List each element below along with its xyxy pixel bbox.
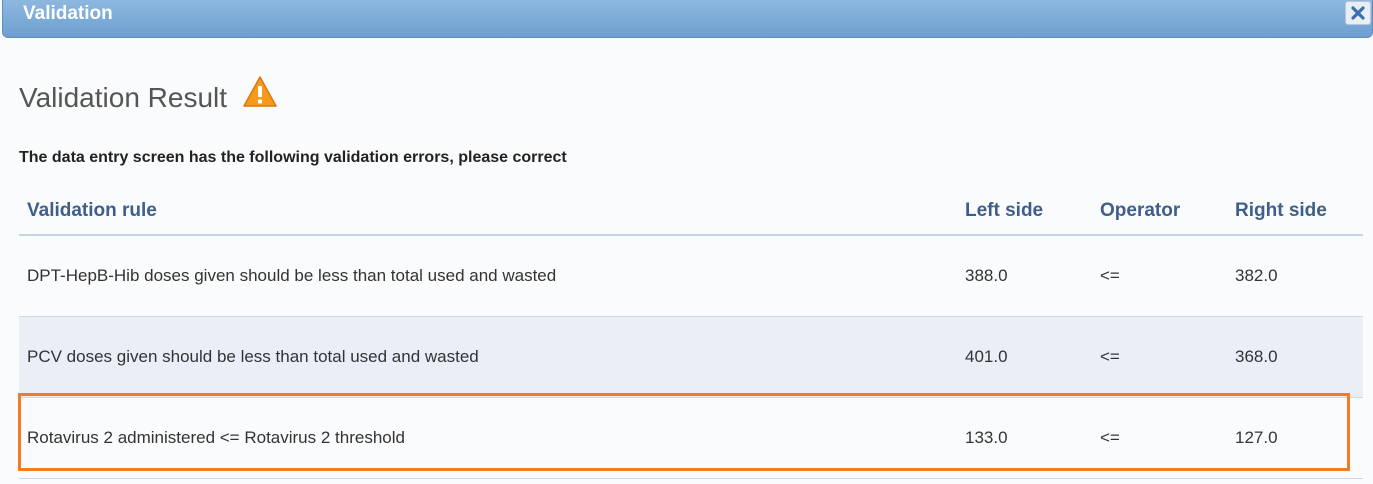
close-icon <box>1351 6 1365 20</box>
rule-cell: Rotavirus 2 administered <= Rotavirus 2 … <box>19 397 957 479</box>
operator-cell: <= <box>1092 397 1227 479</box>
right-side-cell: 127.0 <box>1227 397 1363 479</box>
rule-cell: PCV doses given should be less than tota… <box>19 316 957 398</box>
column-header-left-side: Left side <box>957 188 1092 236</box>
right-side-cell: 368.0 <box>1227 316 1363 398</box>
table-header-row: Validation rule Left side Operator Right… <box>19 188 1363 236</box>
left-side-cell: 133.0 <box>957 397 1092 479</box>
left-side-cell: 401.0 <box>957 316 1092 398</box>
table-row: DPT-HepB-Hib doses given should be less … <box>19 235 1363 317</box>
table-row: Rotavirus 2 administered <= Rotavirus 2 … <box>19 397 1363 479</box>
page-title: Validation Result <box>19 82 228 113</box>
error-instructions: The data entry screen has the following … <box>19 149 567 166</box>
close-button[interactable] <box>1345 1 1371 25</box>
table-row: PCV doses given should be less than tota… <box>19 316 1363 398</box>
right-side-cell: 382.0 <box>1227 235 1363 317</box>
validation-table: Validation rule Left side Operator Right… <box>19 188 1363 479</box>
column-header-right-side: Right side <box>1227 188 1363 236</box>
dialog-title: Validation <box>23 3 113 24</box>
column-header-validation-rule: Validation rule <box>19 188 957 236</box>
dialog-titlebar: Validation <box>2 0 1373 38</box>
left-side-cell: 388.0 <box>957 235 1092 317</box>
warning-icon <box>243 76 277 107</box>
column-header-operator: Operator <box>1092 188 1227 236</box>
rule-cell: DPT-HepB-Hib doses given should be less … <box>19 235 957 317</box>
operator-cell: <= <box>1092 235 1227 317</box>
operator-cell: <= <box>1092 316 1227 398</box>
